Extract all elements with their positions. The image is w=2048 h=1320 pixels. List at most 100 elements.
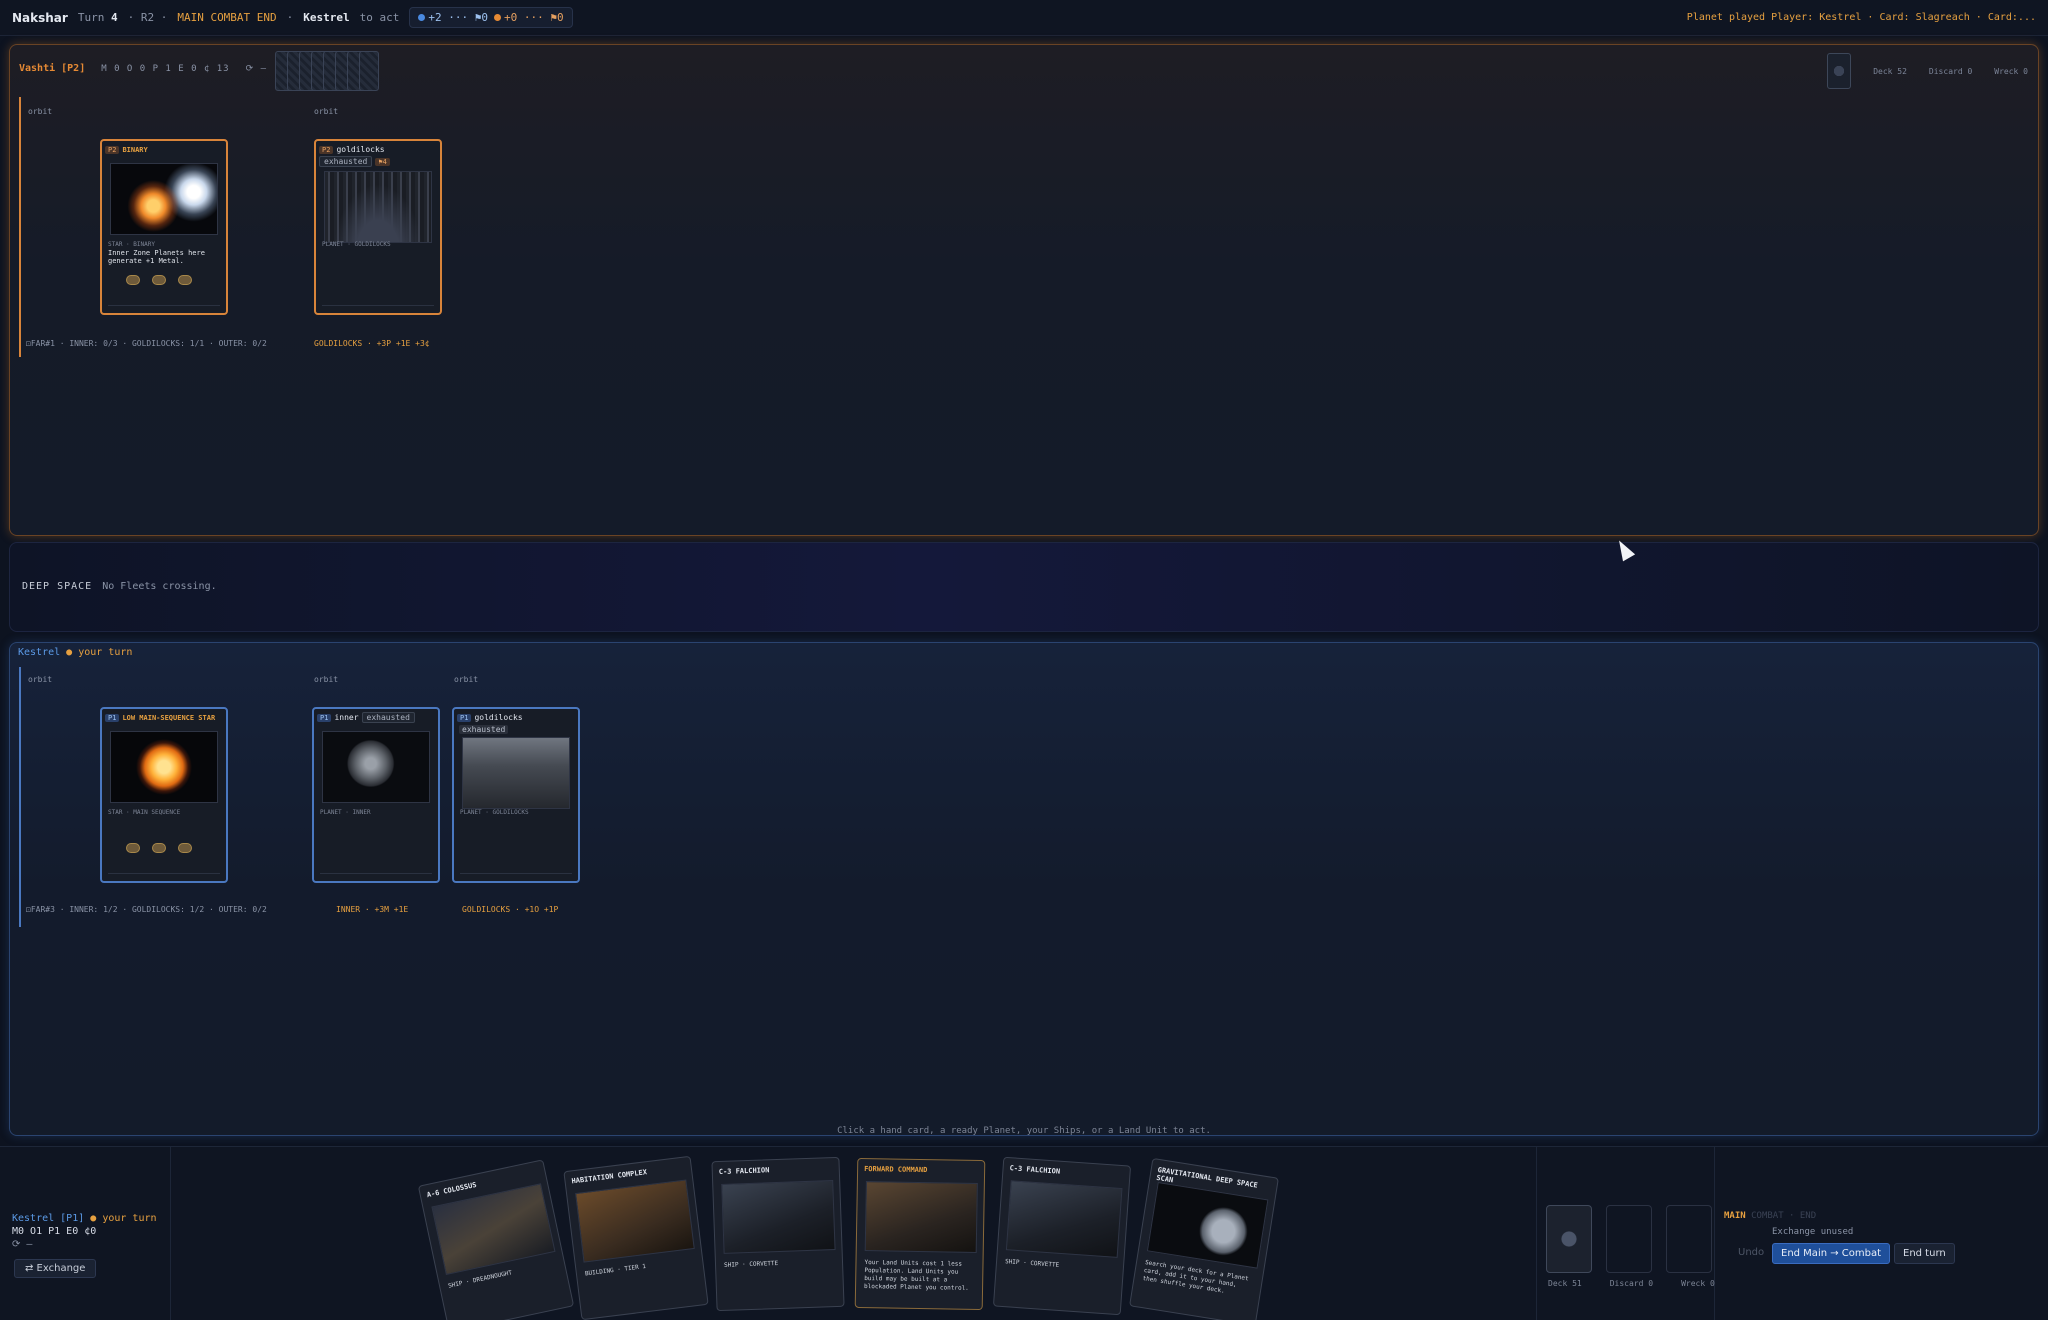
building-art: [575, 1179, 695, 1263]
city-planet-art: [324, 171, 432, 243]
opponent-star-card[interactable]: P2 BINARY STAR · BINARY Inner Zone Planet…: [100, 139, 228, 315]
command-art: [864, 1181, 978, 1253]
opponent-name: Vashti [P2]: [19, 63, 86, 74]
stat-badge: [126, 275, 140, 285]
opponent-planet-card[interactable]: P2 goldilocks exhausted ⚑4 PLANET · GOLDIL…: [314, 139, 442, 315]
wreck-count: Wreck 0: [1681, 1279, 1715, 1288]
hand-card[interactable]: C-3 FALCHION SHIP · CORVETTE: [992, 1156, 1132, 1316]
end-turn-button[interactable]: End turn: [1894, 1243, 1955, 1264]
top-bar: Nakshar Turn 4 · R2 · MAIN COMBAT END · …: [0, 0, 2048, 36]
lane-footer: GOLDILOCKS · +1O +1P: [462, 905, 559, 914]
card-type: STAR · BINARY: [108, 241, 155, 248]
orbit-label: orbit: [454, 675, 479, 684]
phase-indicator: MAIN COMBAT · END: [1724, 1211, 1817, 1221]
card-type: PLANET · GOLDILOCKS: [322, 241, 391, 248]
stat-badge: [178, 843, 192, 853]
card-type: STAR · MAIN SEQUENCE: [108, 809, 181, 816]
player-summary: Kestrel [P1] ● your turn M0 O1 P1 E0 ¢0 …: [12, 1213, 157, 1250]
flag-badge: ⚑4: [375, 157, 390, 166]
card-title: inner: [334, 713, 359, 722]
action-hint: Click a hand card, a ready Planet, your …: [837, 1126, 1211, 1136]
lane-footer: INNER · +3M +1E: [336, 905, 409, 914]
hand-bar: Kestrel [P1] ● your turn M0 O1 P1 E0 ¢0 …: [0, 1146, 2048, 1320]
lane-footer: GOLDILOCKS · +3P +1E +3¢: [314, 339, 430, 348]
lane-indicator: [19, 667, 21, 927]
opponent-hand: [275, 51, 385, 93]
exchange-button[interactable]: ⇄ Exchange: [14, 1259, 97, 1278]
opponent-wreck-count: Wreck 0: [1994, 66, 2028, 76]
turn-label: Turn 4: [77, 11, 118, 24]
player-wreck[interactable]: [1666, 1205, 1712, 1273]
orange-score: +0 ··· ⚑0: [494, 11, 564, 24]
deck-count: Deck 51: [1548, 1279, 1582, 1288]
score-pills: +2 ··· ⚑0 +0 ··· ⚑0: [409, 7, 573, 28]
card-title: LOW MAIN-SEQUENCE STAR: [122, 713, 216, 722]
exhausted-badge: exhausted: [459, 725, 509, 734]
player-zone: Kestrel ● your turn orbit orbit orbit P1…: [9, 642, 2039, 1136]
sun-art: [110, 731, 218, 803]
player-header: Kestrel ● your turn: [18, 647, 132, 658]
player-piles: [1546, 1205, 1712, 1273]
orbit-label: orbit: [314, 107, 339, 116]
card-title: goldilocks: [336, 145, 385, 154]
opponent-deck: [1827, 53, 1852, 89]
opponent-header: Vashti [P2] M 0 O 0 P 1 E 0 ¢ 13 ⟳ —: [19, 63, 267, 74]
deep-space-zone: DEEP SPACE No Fleets crossing.: [9, 542, 2039, 632]
hand-card[interactable]: A-6 COLOSSUS SHIP · DREADNOUGHT: [417, 1159, 575, 1320]
player-discard[interactable]: [1606, 1205, 1652, 1273]
player-resources: M0 O1 P1 E0 ¢0: [12, 1226, 97, 1237]
card-type: PLANET · GOLDILOCKS: [460, 809, 529, 816]
app-title: Nakshar: [12, 10, 68, 25]
ship-art: [721, 1180, 836, 1254]
card-stats: [126, 275, 192, 285]
active-player: Kestrel: [303, 11, 350, 24]
card-type: PLANET · INNER: [320, 809, 371, 816]
player-inner-planet-card[interactable]: P1 inner exhausted PLANET · INNER: [312, 707, 440, 883]
binary-star-art: [110, 163, 218, 235]
phase-track: MAIN COMBAT END: [177, 11, 277, 24]
stat-badge: [126, 843, 140, 853]
card-text: Inner Zone Planets here generate +1 Meta…: [108, 249, 205, 265]
opponent-piles: Deck 52 Discard 0 Wreck 0: [1827, 53, 2028, 89]
ship-art: [1005, 1180, 1123, 1258]
moon-planet-art: [322, 731, 430, 803]
lane-footer: ⚀FAR#3 · INNER: 1/2 · GOLDILOCKS: 1/2 · …: [26, 905, 267, 914]
stat-badge: [152, 843, 166, 853]
deep-space-status: No Fleets crossing.: [102, 581, 217, 592]
card-title: goldilocks: [474, 713, 523, 722]
undo-button[interactable]: Undo: [1738, 1247, 1764, 1258]
card-stats: [126, 843, 192, 853]
stat-badge: [178, 275, 192, 285]
exhausted-badge: exhausted: [319, 156, 373, 167]
discard-count: Discard 0: [1609, 1279, 1654, 1288]
exhausted-badge: exhausted: [361, 712, 415, 723]
round-label: · R2 ·: [127, 11, 168, 24]
deep-space-label: DEEP SPACE: [22, 581, 93, 592]
end-main-button[interactable]: End Main → Combat: [1772, 1243, 1891, 1264]
exchange-status: Exchange unused: [1772, 1227, 1854, 1237]
player-star-card[interactable]: P1 LOW MAIN-SEQUENCE STAR STAR · MAIN SEQ…: [100, 707, 228, 883]
ship-art: [431, 1183, 556, 1276]
hand-card[interactable]: FORWARD COMMAND Your Land Units cost 1 l…: [854, 1157, 986, 1311]
opponent-zone: Vashti [P2] M 0 O 0 P 1 E 0 ¢ 13 ⟳ — Dec…: [9, 44, 2039, 536]
opponent-discard-count: Discard 0: [1928, 66, 1973, 76]
player-name: Kestrel [P1]: [12, 1213, 85, 1224]
lane-indicator: [19, 97, 21, 357]
lane-footer: ⚀FAR#1 · INNER: 0/3 · GOLDILOCKS: 1/1 · …: [26, 339, 267, 348]
player-deck[interactable]: [1546, 1205, 1592, 1273]
to-act-label: to act: [359, 11, 400, 24]
player-extra: ⟳ —: [12, 1239, 33, 1250]
hand-card[interactable]: C-3 FALCHION SHIP · CORVETTE: [711, 1156, 845, 1312]
hand-card[interactable]: HABITATION COMPLEX BUILDING · TIER 1: [563, 1155, 709, 1320]
card-back: [359, 51, 379, 91]
your-turn-indicator: ● your turn: [66, 647, 133, 658]
event-log: Planet played Player: Kestrel · Card: Sl…: [1686, 12, 2036, 23]
blue-score: +2 ··· ⚑0: [418, 11, 488, 24]
stat-badge: [152, 275, 166, 285]
opponent-deck-count: Deck 52: [1873, 66, 1907, 76]
orbit-label: orbit: [28, 675, 53, 684]
player-goldilocks-planet-card[interactable]: P1 goldilocks exhausted PLANET · GOLDILOC…: [452, 707, 580, 883]
hand-card[interactable]: GRAVITATIONAL DEEP SPACE SCAN Search you…: [1129, 1157, 1279, 1320]
ruins-planet-art: [462, 737, 570, 809]
turn-controls: MAIN COMBAT · END Exchange unused Undo E…: [1724, 1211, 1955, 1264]
